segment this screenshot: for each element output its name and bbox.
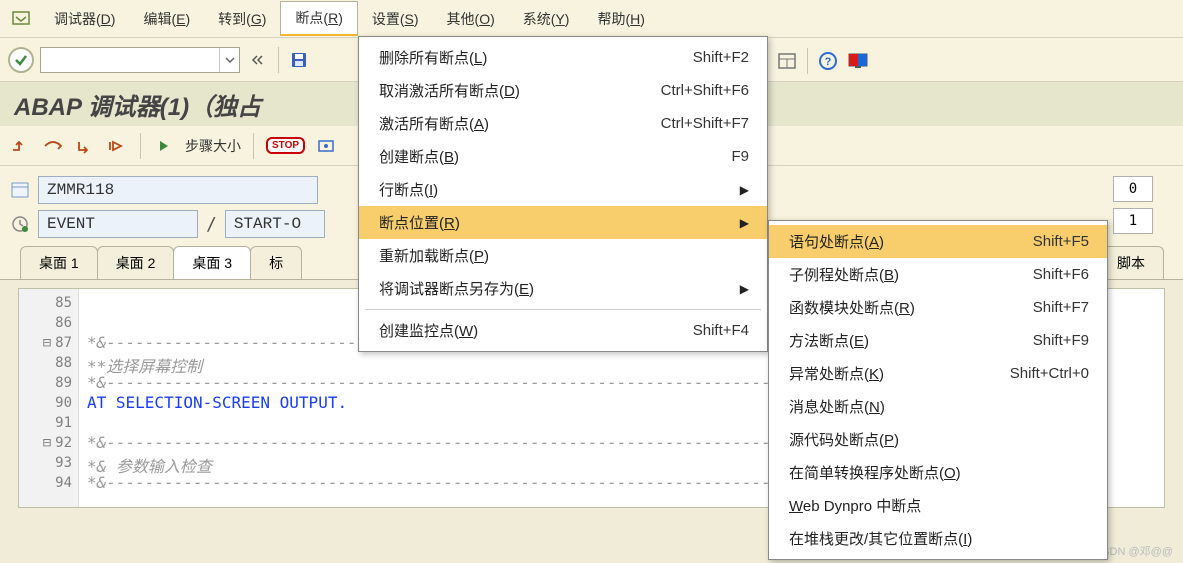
menu-item[interactable]: 消息处断点(N): [769, 390, 1107, 423]
run-icon[interactable]: [153, 135, 175, 157]
step-into-icon[interactable]: [10, 135, 32, 157]
step-out-icon[interactable]: [74, 135, 96, 157]
menu-item[interactable]: 创建断点(B)F9: [359, 140, 767, 173]
menu-item[interactable]: 删除所有断点(L)Shift+F2: [359, 41, 767, 74]
menu-other[interactable]: 其他(O): [433, 3, 509, 35]
program-icon[interactable]: [10, 180, 30, 200]
code-line: *&--------------------------------------…: [87, 433, 771, 453]
combo-dropdown-icon[interactable]: [219, 48, 239, 72]
tab-desktop2[interactable]: 桌面 2: [97, 246, 175, 279]
code-line: *&--------------------------------------…: [87, 473, 771, 493]
menu-item[interactable]: 方法断点(E)Shift+F9: [769, 324, 1107, 357]
menu-breakpoint[interactable]: 断点(R): [280, 1, 357, 36]
menu-system[interactable]: 系统(Y): [509, 3, 584, 35]
page-title: ABAP 调试器(1)（独占: [14, 87, 261, 122]
ok-icon[interactable]: [8, 47, 34, 73]
numeric-1[interactable]: 1: [1113, 208, 1153, 234]
submenu-arrow-icon: ▶: [740, 183, 749, 197]
numeric-0[interactable]: 0: [1113, 176, 1153, 202]
code-line: *& 参数输入检查: [87, 453, 771, 473]
menu-edit[interactable]: 编辑(E): [129, 3, 204, 35]
separator: [253, 133, 254, 159]
collapse-icon[interactable]: [246, 48, 270, 72]
command-field[interactable]: [40, 47, 240, 73]
menu-item[interactable]: 断点位置(R)▶: [359, 206, 767, 239]
tab-desktop1[interactable]: 桌面 1: [20, 246, 98, 279]
menu-item[interactable]: Web Dynpro 中断点: [769, 489, 1107, 522]
fold-icon[interactable]: ⊟: [43, 435, 51, 451]
separator: [807, 48, 808, 74]
display-icon[interactable]: [846, 49, 870, 73]
menu-item[interactable]: 创建监控点(W)Shift+F4: [359, 314, 767, 347]
menu-dropdown-icon[interactable]: [10, 8, 32, 30]
svg-text:?: ?: [825, 56, 832, 68]
step-over-icon[interactable]: [42, 135, 64, 157]
menubar: 调试器(D) 编辑(E) 转到(G) 断点(R) 设置(S) 其他(O) 系统(…: [0, 0, 1183, 38]
watchpoint-icon[interactable]: [315, 135, 337, 157]
menu-item[interactable]: 函数模块处断点(R)Shift+F7: [769, 291, 1107, 324]
tab-partial-1[interactable]: 标: [250, 246, 302, 279]
menu-item[interactable]: 取消激活所有断点(D)Ctrl+Shift+F6: [359, 74, 767, 107]
submenu-arrow-icon: ▶: [740, 216, 749, 230]
program-field[interactable]: ZMMR118: [38, 176, 318, 204]
menu-debugger[interactable]: 调试器(D): [40, 3, 129, 35]
menu-separator: [365, 309, 761, 310]
tab-desktop3[interactable]: 桌面 3: [173, 246, 251, 279]
submenu-arrow-icon: ▶: [740, 282, 749, 296]
menu-item[interactable]: 行断点(I)▶: [359, 173, 767, 206]
event-field[interactable]: EVENT: [38, 210, 198, 238]
layout-icon[interactable]: [775, 49, 799, 73]
menu-settings[interactable]: 设置(S): [358, 3, 433, 35]
continue-icon[interactable]: [106, 135, 128, 157]
menu-item[interactable]: 重新加载断点(P): [359, 239, 767, 272]
start-field[interactable]: START-O: [225, 210, 325, 238]
code-line: **选择屏幕控制: [87, 353, 771, 373]
code-line: *&--------------------------------------…: [87, 373, 771, 393]
breakpoint-menu: 删除所有断点(L)Shift+F2取消激活所有断点(D)Ctrl+Shift+F…: [358, 36, 768, 352]
menu-goto[interactable]: 转到(G): [204, 3, 280, 35]
menu-item[interactable]: 异常处断点(K)Shift+Ctrl+0: [769, 357, 1107, 390]
help-icon[interactable]: ?: [816, 49, 840, 73]
menu-item[interactable]: 子例程处断点(B)Shift+F6: [769, 258, 1107, 291]
separator: [278, 47, 279, 73]
step-size-label: 步骤大小: [185, 136, 241, 156]
menu-item[interactable]: 激活所有断点(A)Ctrl+Shift+F7: [359, 107, 767, 140]
code-line: AT SELECTION-SCREEN OUTPUT.: [87, 393, 771, 413]
slash-sep: /: [206, 214, 217, 235]
breakpoint-position-submenu: 语句处断点(A)Shift+F5子例程处断点(B)Shift+F6函数模块处断点…: [768, 220, 1108, 560]
menu-help[interactable]: 帮助(H): [583, 3, 658, 35]
fold-icon[interactable]: ⊟: [43, 335, 51, 351]
save-icon[interactable]: [287, 48, 311, 72]
menu-item[interactable]: 语句处断点(A)Shift+F5: [769, 225, 1107, 258]
menu-item[interactable]: 在简单转换程序处断点(O): [769, 456, 1107, 489]
stop-button[interactable]: STOP: [266, 137, 305, 154]
event-icon[interactable]: [10, 214, 30, 234]
menu-item[interactable]: 源代码处断点(P): [769, 423, 1107, 456]
separator: [140, 133, 141, 159]
line-gutter: 85 86 ⊟87 88 89 90 91 ⊟92 93 94: [19, 289, 79, 507]
menu-item[interactable]: 将调试器断点另存为(E)▶: [359, 272, 767, 305]
menu-item[interactable]: 在堆栈更改/其它位置断点(I): [769, 522, 1107, 555]
